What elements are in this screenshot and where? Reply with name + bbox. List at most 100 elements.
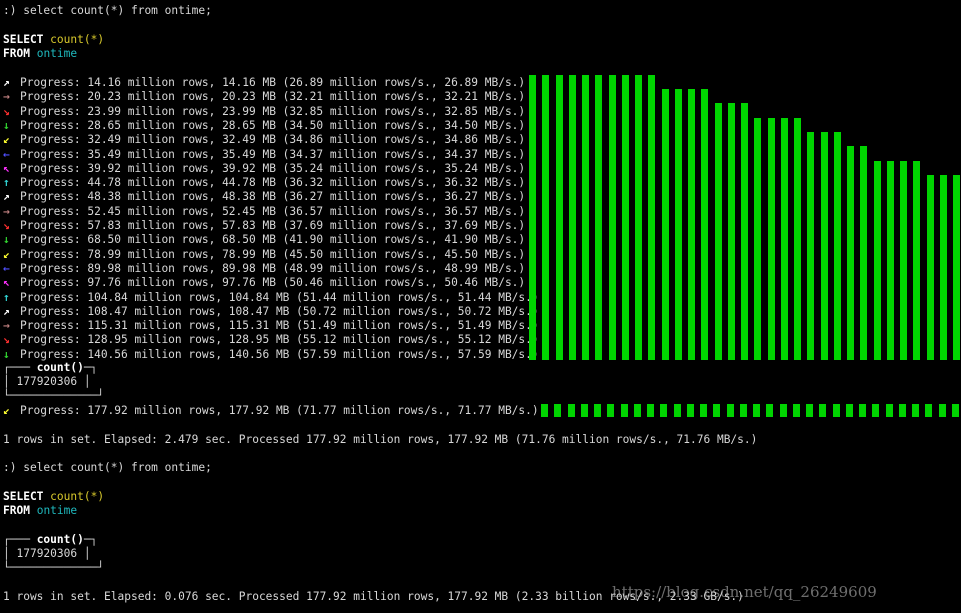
- progress-bar-column: [582, 75, 589, 360]
- progress-text: Progress: 89.98 million rows, 89.98 MB (…: [20, 261, 526, 275]
- progress-line: → Progress: 20.23 million rows, 20.23 MB …: [3, 90, 525, 104]
- progress-line: ← Progress: 89.98 million rows, 89.98 MB …: [3, 262, 525, 276]
- progress-bar-column: [913, 161, 921, 360]
- final-progress-block: [872, 404, 880, 417]
- final-progress-block: [554, 404, 562, 417]
- final-progress-block: [779, 404, 787, 417]
- final-progress-block: [541, 404, 548, 417]
- progress-line: ↗ Progress: 14.16 million rows, 14.16 MB …: [3, 76, 525, 90]
- progress-line: → Progress: 52.45 million rows, 52.45 MB …: [3, 205, 525, 219]
- progress-text: Progress: 39.92 million rows, 39.92 MB (…: [20, 161, 526, 175]
- progress-line: ↘ Progress: 23.99 million rows, 23.99 MB …: [3, 105, 525, 119]
- table-name: ontime: [36, 47, 78, 60]
- progress-arrow-icon: ↓: [3, 347, 10, 361]
- progress-arrow-icon: ↑: [3, 290, 10, 304]
- progress-arrow-icon: ↙: [3, 247, 10, 261]
- progress-bar-column: [529, 75, 536, 360]
- progress-line: ↖ Progress: 97.76 million rows, 97.76 MB …: [3, 276, 525, 290]
- progress-line: ↓ Progress: 140.56 million rows, 140.56 M…: [3, 348, 539, 362]
- progress-text: Progress: 78.99 million rows, 78.99 MB (…: [20, 247, 526, 261]
- progress-arrow-icon: ↘: [3, 333, 10, 347]
- progress-bar-column: [621, 75, 629, 360]
- final-progress-block: [686, 404, 694, 417]
- progress-bar-column: [926, 175, 934, 360]
- final-progress-block: [845, 404, 853, 417]
- progress-arrow-icon: ←: [3, 261, 10, 275]
- progress-bar-column: [780, 118, 788, 360]
- progress-arrow-icon: ↙: [3, 133, 10, 147]
- result-value: 177920306: [16, 375, 78, 388]
- count-function: count(*): [50, 490, 105, 503]
- final-progress-block: [660, 404, 668, 417]
- progress-bar-column: [741, 103, 748, 360]
- progress-line: ↖ Progress: 39.92 million rows, 39.92 MB …: [3, 162, 525, 176]
- sql-select-line-1: SELECT count(*): [3, 33, 104, 47]
- select-keyword: SELECT: [3, 490, 44, 503]
- progress-text: Progress: 108.47 million rows, 108.47 MB…: [20, 304, 539, 318]
- progress-bar-column: [595, 75, 603, 360]
- progress-text: Progress: 44.78 million rows, 44.78 MB (…: [20, 176, 526, 190]
- final-progress-block: [700, 404, 707, 417]
- progress-line: → Progress: 115.31 million rows, 115.31 M…: [3, 319, 539, 333]
- progress-line: ↘ Progress: 128.95 million rows, 128.95 M…: [3, 333, 539, 347]
- watermark: https://blog.csdn.net/qq_26249609: [612, 583, 877, 601]
- final-progress-block: [832, 404, 840, 417]
- progress-arrow-icon: ↗: [3, 304, 10, 318]
- table-name: ontime: [36, 504, 78, 517]
- from-keyword: FROM: [3, 504, 30, 517]
- result-column-header: count(): [36, 361, 84, 374]
- progress-arrow-icon: ←: [3, 147, 10, 161]
- final-progress-block: [859, 404, 866, 417]
- progress-bar-column: [873, 161, 881, 360]
- final-progress-block: [726, 404, 734, 417]
- progress-arrow-icon: ↖: [3, 276, 10, 290]
- progress-line: ↗ Progress: 48.38 million rows, 48.38 MB …: [3, 190, 525, 204]
- progress-text: Progress: 52.45 million rows, 52.45 MB (…: [20, 204, 526, 218]
- sql-from-line-2: FROM ontime: [3, 504, 77, 518]
- progress-arrow-icon: →: [3, 319, 10, 333]
- final-progress-block: [766, 404, 774, 417]
- progress-text: Progress: 20.23 million rows, 20.23 MB (…: [20, 90, 526, 104]
- progress-line: ↓ Progress: 28.65 million rows, 28.65 MB …: [3, 119, 525, 133]
- progress-bar-column: [608, 75, 616, 360]
- summary-line-1: 1 rows in set. Elapsed: 2.479 sec. Proce…: [3, 433, 758, 446]
- final-progress-block: [753, 404, 760, 417]
- final-progress-block: [806, 404, 813, 417]
- progress-bar-column: [648, 75, 656, 360]
- progress-line: ↑ Progress: 44.78 million rows, 44.78 MB …: [3, 176, 525, 190]
- final-progress-block: [819, 404, 827, 417]
- progress-bar-column: [886, 161, 894, 360]
- final-progress-text: Progress: 177.92 million rows, 177.92 MB…: [20, 404, 539, 417]
- progress-arrow-icon: ↗: [3, 76, 10, 89]
- result-table-top-2: ┌─── count()─┐: [3, 533, 98, 546]
- terminal-window[interactable]: :) select count(*) from ontime; SELECT c…: [0, 0, 961, 613]
- result-table-row: │ 177920306 │: [3, 375, 91, 388]
- prompt-line-2: :) select count(*) from ontime;: [3, 461, 212, 474]
- progress-bar-column: [754, 118, 762, 360]
- select-keyword: SELECT: [3, 33, 44, 46]
- progress-bar-column: [701, 89, 709, 360]
- progress-bar-column: [820, 132, 828, 360]
- progress-bar-column: [542, 75, 550, 360]
- progress-bar-column: [860, 146, 868, 360]
- final-progress-block: [580, 404, 588, 417]
- progress-arrow-icon: ↓: [3, 118, 10, 132]
- progress-line: ↓ Progress: 68.50 million rows, 68.50 MB …: [3, 233, 525, 247]
- progress-arrow-icon: ↘: [3, 104, 10, 118]
- progress-text: Progress: 115.31 million rows, 115.31 MB…: [20, 319, 539, 333]
- progress-text: Progress: 128.95 million rows, 128.95 MB…: [20, 333, 539, 347]
- progress-text: Progress: 104.84 million rows, 104.84 MB…: [20, 290, 539, 304]
- progress-line: ↙ Progress: 78.99 million rows, 78.99 MB …: [3, 248, 525, 262]
- progress-text: Progress: 140.56 million rows, 140.56 MB…: [20, 347, 539, 361]
- progress-bar-column: [714, 103, 722, 360]
- result-column-header: count(): [36, 533, 84, 546]
- final-progress-block: [647, 404, 654, 417]
- from-keyword: FROM: [3, 47, 30, 60]
- progress-line: ↘ Progress: 57.83 million rows, 57.83 MB …: [3, 219, 525, 233]
- progress-arrow-icon: ↘: [3, 219, 10, 232]
- progress-text: Progress: 14.16 million rows, 14.16 MB (…: [20, 76, 526, 89]
- final-progress-block: [938, 404, 946, 417]
- prompt-line-1: :) select count(*) from ontime;: [3, 4, 212, 17]
- progress-arrow-icon: ↑: [3, 176, 10, 190]
- progress-line: ← Progress: 35.49 million rows, 35.49 MB …: [3, 148, 525, 162]
